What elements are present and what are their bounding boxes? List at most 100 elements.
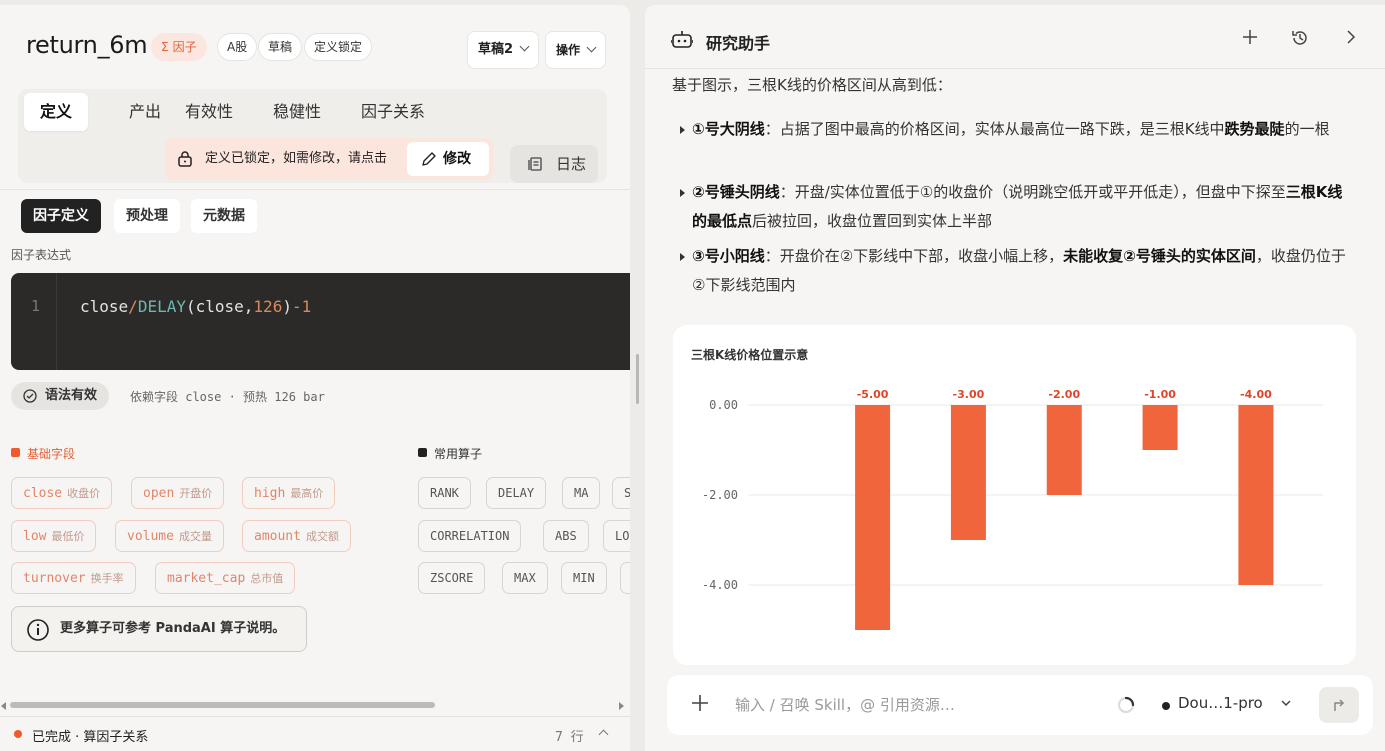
bar-value-label: -3.00 [953,388,985,401]
draft-status-tag: 草稿 [258,33,303,61]
chevron-down-icon [586,42,597,53]
section-marker [11,448,20,457]
operators-heading: 常用算子 [418,445,482,462]
bar-value-label: -5.00 [857,388,889,401]
field-chip-turnover[interactable]: turnover 换手率 [11,562,136,594]
bullet-text: ：开盘价在②下影线中下部，收盘小幅上移， [764,247,1064,265]
panel-resize-handle[interactable] [636,354,639,404]
spinner-icon [1117,696,1135,714]
code-token: (close, [185,297,254,316]
code-token: / [128,297,138,316]
tab-effectiveness[interactable]: 有效性 [169,93,249,131]
operator-chip-zscore[interactable]: ZSCORE [418,562,486,594]
scroll-left-arrow[interactable] [1,702,6,710]
field-desc: 换手率 [90,572,124,585]
operator-chip-min[interactable]: MIN [561,562,607,594]
model-select[interactable]: Dou…1-pro [1178,694,1263,712]
send-button[interactable] [1319,687,1359,723]
y-tick-label: -4.00 [702,578,738,592]
history-icon[interactable] [1291,29,1309,47]
subtab-preprocessing[interactable]: 预处理 [114,199,180,233]
scroll-right-arrow[interactable] [619,702,624,710]
field-name: volume [127,529,174,544]
check-circle-icon [23,389,37,403]
subtab-metadata[interactable]: 元数据 [191,199,257,233]
chart-bar [855,405,891,630]
code-token: DELAY [137,297,186,316]
subtab-factor-definition[interactable]: 因子定义 [21,199,101,233]
operator-docs-hint-text: 更多算子可参考 PandaAI 算子说明。 [60,621,286,636]
operator-chip-correlation[interactable]: CORRELATION [418,520,522,552]
bar-value-label: -2.00 [1048,388,1080,401]
y-tick-label: -2.00 [702,488,738,502]
attach-plus-icon[interactable] [691,694,709,712]
expression-code-editor[interactable]: 1 close/DELAY(close,126)-1 [11,273,630,370]
chart-bar [1238,405,1274,585]
field-chip-volume[interactable]: volume 成交量 [115,520,224,552]
field-chip-low[interactable]: low 最低价 [11,520,97,552]
field-chip-high[interactable]: high 最高价 [242,477,336,509]
plus-icon[interactable] [1242,29,1258,45]
operator-chip-truncated[interactable] [620,562,630,594]
edit-button[interactable]: 修改 [407,142,489,176]
code-token: ) [282,297,292,316]
chevron-down-icon [519,41,530,52]
field-name: close [23,486,63,501]
list-item: ①号大阴线：占据了图中最高的价格区间，实体从最高位一路下跌，是三根K线中跌势最陡… [680,115,1355,144]
field-chip-close[interactable]: close 收盘价 [11,477,113,509]
field-name: amount [254,529,301,544]
bullet-text: 后被拉回，收盘位置回到实体上半部 [752,212,993,230]
field-desc: 开盘价 [179,487,213,500]
draft-version-select[interactable]: 草稿2 [467,31,540,69]
field-chip-open[interactable]: open 开盘价 [131,477,225,509]
operator-chip-abs[interactable]: ABS [543,520,589,552]
message-intro: 基于图示，三根K线的价格区间从高到低： [672,76,952,94]
lock-status-tag: 定义锁定 [304,33,373,61]
tab-robustness[interactable]: 稳健性 [257,93,337,131]
code-line[interactable]: close/DELAY(close,126)-1 [80,297,311,316]
list-item: ③号小阳线：开盘价在②下影线中下部，收盘小幅上移，未能收复②号锤头的实体区间，收… [680,242,1355,300]
y-tick-label: 0.00 [709,398,738,412]
section-marker [418,448,427,457]
basic-fields-title: 基础字段 [27,447,76,461]
tab-output[interactable]: 产出 [113,93,177,131]
chat-input-placeholder[interactable]: 输入 / 召唤 Skill，@ 引用资源… [735,694,955,715]
operator-docs-hint[interactable]: 更多算子可参考 PandaAI 算子说明。 [11,606,307,652]
robot-icon [671,31,693,48]
draft-version-label: 草稿2 [478,42,514,57]
field-chip-amount[interactable]: amount 成交额 [242,520,351,552]
log-button[interactable]: 日志 [510,145,598,183]
operator-chip-truncated[interactable]: LO [603,520,630,552]
chevron-right-icon[interactable] [1345,29,1357,45]
factor-title: return_6m [26,31,148,59]
chevron-up-icon[interactable] [598,729,609,740]
dependency-info: 依赖字段 close · 预热 126 bar [130,390,325,404]
lock-notice-bar: 定义已锁定，如需修改，请点击 修改 [165,138,493,180]
line-number: 1 [31,297,41,315]
info-icon [27,619,49,641]
bar-chart: 0.00 -2.00 -4.00 -5.00 -3.00 -2.00 -1.00 -4.00 [702,388,1323,630]
main-tabs-card: 定义 产出 有效性 稳健性 因子关系 定义已锁定，如需修改，请点击 修改 日志 [18,89,607,183]
operator-chip-delay[interactable]: DELAY [486,477,547,509]
bullet-bold: ①号大阴线 [692,120,765,138]
chevron-down-icon[interactable] [1280,697,1292,709]
operations-menu-button[interactable]: 操作 [545,31,607,69]
status-indicator [14,730,22,738]
field-desc: 收盘价 [67,487,101,500]
operator-chip-rank[interactable]: RANK [418,477,471,509]
line-number-gutter [11,273,57,370]
field-chip-market-cap[interactable]: market_cap 总市值 [155,562,296,594]
bullet-text: 的一根 [1284,120,1330,138]
horizontal-scrollbar[interactable] [10,702,435,708]
chat-input-box[interactable]: 输入 / 召唤 Skill，@ 引用资源… Dou…1-pro [667,675,1373,735]
bullet-text: ：占据了图中最高的价格区间，实体从最高位一路下跌，是三根K线中 [764,120,1225,138]
operator-chip-ma[interactable]: MA [562,477,601,509]
basic-fields-heading: 基础字段 [11,445,75,462]
tab-definition[interactable]: 定义 [24,93,89,131]
list-item: ②号锤头阴线：开盘/实体位置低于①的收盘价（说明跳空低开或平开低走），但盘中下探… [680,178,1355,236]
bullet-bold: 未能收复②号锤头的实体区间 [1063,247,1256,265]
tab-factor-relations[interactable]: 因子关系 [345,93,441,131]
chart-bar [1142,405,1178,450]
operator-chip-truncated[interactable]: S [612,477,630,509]
operator-chip-max[interactable]: MAX [502,562,548,594]
